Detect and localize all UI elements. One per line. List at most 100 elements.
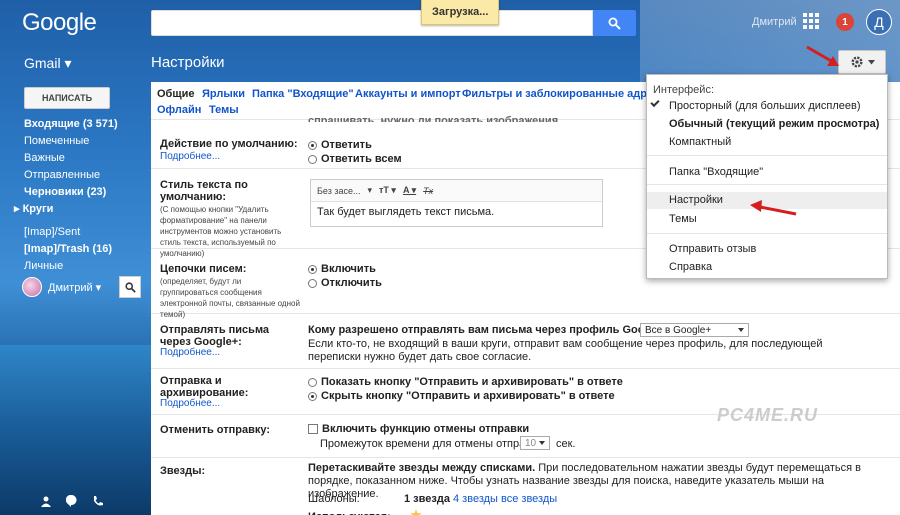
more-link[interactable]: Подробнее... <box>160 347 220 358</box>
search-icon <box>124 281 136 293</box>
preset-all-stars[interactable]: все звезды <box>501 493 557 506</box>
preset-four-stars[interactable]: 4 звезды <box>453 493 498 506</box>
chevron-down-icon: ▾ <box>367 185 373 195</box>
annotation-arrow-icon <box>806 45 839 66</box>
loading-indicator: Загрузка... <box>421 0 500 25</box>
page-title: Настройки <box>151 54 225 71</box>
more-link[interactable]: Подробнее... <box>160 398 220 409</box>
sidebar-item-sent[interactable]: Отправленные <box>0 167 150 184</box>
compose-button[interactable]: НАПИСАТЬ <box>24 87 110 109</box>
menu-item-cozy[interactable]: Обычный (текущий режим просмотра) <box>669 118 879 130</box>
sidebar-item-important[interactable]: Важные <box>0 150 150 167</box>
stars-in-use-label: Используются: <box>308 511 391 515</box>
account-avatar[interactable]: Д <box>866 9 892 35</box>
undo-period-unit: сек. <box>556 438 576 450</box>
sidebar-item-personal[interactable]: Личные <box>0 258 150 275</box>
more-link[interactable]: Подробнее... <box>160 151 220 162</box>
gmail-switcher[interactable]: Gmail ▾ <box>24 55 71 72</box>
settings-button[interactable] <box>838 50 886 74</box>
menu-item-feedback[interactable]: Отправить отзыв <box>669 243 756 255</box>
undo-period-select[interactable]: 10 <box>520 436 550 450</box>
sidebar-item-circles[interactable]: ▸ Круги <box>0 201 150 218</box>
menu-heading: Интерфейс: <box>653 84 714 96</box>
chevron-down-icon <box>867 59 875 64</box>
checkmark-icon <box>650 97 660 108</box>
undo-period-label: Промежуток времени для отмены отправки: <box>320 438 546 450</box>
remove-formatting-icon[interactable]: Tx <box>423 186 433 196</box>
tab-offline[interactable]: Офлайн <box>157 104 201 116</box>
sidebar-nav: Входящие (3 571) Помеченные Важные Отпра… <box>0 116 150 275</box>
setting-label: Отправлять письма через Google+: <box>160 324 270 348</box>
setting-gplus: Отправлять письма через Google+: Подробн… <box>151 314 900 369</box>
font-family-select[interactable]: Без засе... <box>317 186 360 196</box>
tab-themes[interactable]: Темы <box>209 104 239 116</box>
preset-one-star[interactable]: 1 звезда <box>404 493 450 506</box>
chevron-down-icon <box>539 441 545 445</box>
menu-divider <box>647 233 887 234</box>
setting-label: Цепочки писем: <box>160 263 247 275</box>
hangouts-icon[interactable] <box>66 495 78 507</box>
stars-intro: Перетаскивайте звезды между списками. Пр… <box>308 462 861 500</box>
radio-show-send-archive[interactable]: Показать кнопку "Отправить и архивироват… <box>308 376 623 388</box>
setting-label: Стиль текста по умолчанию: <box>160 179 248 203</box>
search-input[interactable] <box>151 10 593 36</box>
text-color-icon[interactable]: A ▾ <box>403 185 416 196</box>
setting-label: Звезды: <box>160 465 206 477</box>
hangouts-bar <box>40 495 104 507</box>
checkbox-icon <box>308 424 318 434</box>
radio-threads-off[interactable]: Отключить <box>308 277 382 289</box>
search-button[interactable] <box>593 10 636 36</box>
notifications-icon[interactable]: 1 <box>836 13 854 31</box>
gplus-question: Кому разрешено отправлять вам письма чер… <box>308 324 674 336</box>
menu-item-themes[interactable]: Темы <box>669 213 697 225</box>
tab-general[interactable]: Общие <box>157 88 195 100</box>
menu-item-compact[interactable]: Компактный <box>669 136 731 148</box>
radio-reply-all[interactable]: Ответить всем <box>308 153 402 165</box>
user-name[interactable]: Дмитрий <box>752 16 797 28</box>
tab-inbox[interactable]: Папка "Входящие" <box>252 88 354 100</box>
apps-icon[interactable] <box>803 13 819 29</box>
radio-hide-send-archive[interactable]: Скрыть кнопку "Отправить и архивировать"… <box>308 390 615 402</box>
google-logo[interactable]: Google <box>22 9 97 37</box>
sidebar-item-starred[interactable]: Помеченные <box>0 133 150 150</box>
font-size-icon[interactable]: тT ▾ <box>379 185 396 196</box>
chat-user[interactable]: Дмитрий ▾ <box>22 277 101 297</box>
chevron-down-icon <box>738 328 744 332</box>
menu-item-comfortable[interactable]: Просторный (для больших дисплеев) <box>669 100 861 112</box>
text-preview: Так будет выглядеть текст письма. <box>317 206 495 218</box>
menu-divider <box>647 184 887 185</box>
tab-filters[interactable]: Фильтры и заблокированные адреса <box>462 88 665 100</box>
menu-item-inbox[interactable]: Папка "Входящие" <box>669 166 763 178</box>
radio-reply[interactable]: Ответить <box>308 139 372 151</box>
sidebar-item-drafts[interactable]: Черновики (23) <box>0 184 150 201</box>
setting-stars: Звезды: Перетаскивайте звезды между спис… <box>151 458 900 515</box>
text-style-editor[interactable]: Без засе... ▾ тT ▾ A ▾ Tx Так будет выгл… <box>310 179 603 227</box>
radio-threads-on[interactable]: Включить <box>308 263 376 275</box>
radio-icon <box>308 278 317 288</box>
stars-presets-label: Шаблоны: <box>308 493 360 505</box>
settings-menu: Интерфейс: Просторный (для больших диспл… <box>646 74 888 279</box>
sidebar-item-inbox[interactable]: Входящие (3 571) <box>0 116 150 133</box>
chat-search-button[interactable] <box>119 276 141 298</box>
person-icon[interactable] <box>40 495 52 507</box>
chat-user-name: Дмитрий ▾ <box>48 281 102 294</box>
checkbox-undo-send[interactable]: Включить функцию отмены отправки <box>308 423 529 435</box>
sidebar-item-imap-sent[interactable]: [Imap]/Sent <box>0 224 150 241</box>
gear-icon <box>850 56 863 68</box>
annotation-arrow-icon <box>750 200 797 216</box>
tab-labels[interactable]: Ярлыки <box>202 88 245 100</box>
gplus-select[interactable]: Все в Google+ <box>640 323 749 337</box>
radio-selected-icon <box>308 391 317 401</box>
setting-label: Действие по умолчанию: <box>160 138 298 150</box>
tab-accounts[interactable]: Аккаунты и импорт <box>355 88 461 100</box>
phone-icon[interactable] <box>92 495 104 507</box>
format-toolbar: Без засе... ▾ тT ▾ A ▾ Tx <box>311 180 602 202</box>
menu-item-help[interactable]: Справка <box>669 261 712 273</box>
radio-icon <box>308 377 317 387</box>
background-sea <box>0 345 160 515</box>
search-icon <box>608 17 621 30</box>
avatar <box>22 277 42 297</box>
sidebar-item-imap-trash[interactable]: [Imap]/Trash (16) <box>0 241 150 258</box>
top-bar: Google Загрузка... Дмитрий 1 Д <box>0 0 900 44</box>
star-icon[interactable] <box>410 509 422 515</box>
